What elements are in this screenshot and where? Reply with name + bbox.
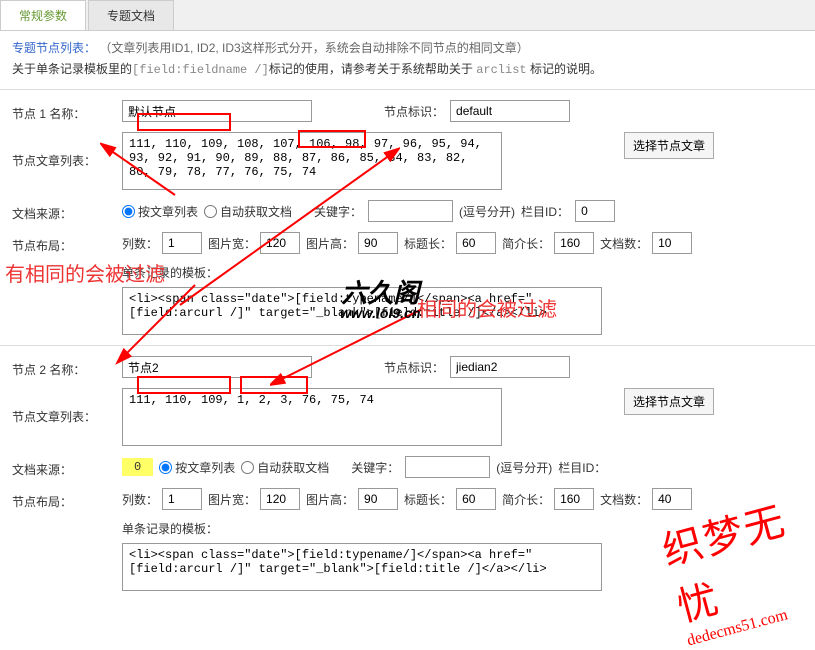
node2-imgw-input[interactable] bbox=[260, 488, 300, 510]
node1-comma-note: (逗号分开) bbox=[459, 203, 515, 220]
node1-introlen-input[interactable] bbox=[554, 232, 594, 254]
node1-columnid-label: 栏目ID： bbox=[521, 203, 569, 220]
node2-flag-input[interactable] bbox=[450, 356, 570, 378]
tab-bar: 常规参数 专题文档 bbox=[0, 0, 815, 31]
node2-keyword-label: 关键字： bbox=[351, 459, 399, 476]
node2-section: 节点 2 名称： 节点标识： 节点文章列表： 111, 110, 109, 1,… bbox=[0, 356, 815, 591]
node1-columnid-input[interactable] bbox=[575, 200, 615, 222]
node2-comma-note: (逗号分开) bbox=[496, 459, 552, 476]
node1-name-input[interactable] bbox=[122, 100, 312, 122]
info-box: 专题节点列表： （文章列表用ID1, ID2, ID3这样形式分开，系统会自动排… bbox=[0, 31, 815, 85]
node2-flag-label: 节点标识： bbox=[384, 359, 444, 376]
separator-2 bbox=[0, 345, 815, 346]
node2-select-articles-button[interactable]: 选择节点文章 bbox=[624, 388, 714, 415]
info-mono2: arclist bbox=[476, 63, 526, 77]
node2-columnid-label: 栏目ID： bbox=[558, 459, 606, 476]
info-line2-c: 标记的说明。 bbox=[527, 62, 602, 76]
node2-highlight-zero: 0 bbox=[122, 458, 153, 476]
node1-doccount-input[interactable] bbox=[652, 232, 692, 254]
node2-template-textarea[interactable]: <li><span class="date">[field:typename/]… bbox=[122, 543, 602, 591]
info-mono1: [field:fieldname /] bbox=[132, 63, 269, 77]
node1-section: 节点 1 名称： 节点标识： 节点文章列表： 111, 110, 109, 10… bbox=[0, 100, 815, 335]
lbl-imgw: 图片宽： bbox=[208, 235, 256, 252]
info-parenthetical: （文章列表用ID1, ID2, ID3这样形式分开，系统会自动排除不同节点的相同… bbox=[99, 41, 528, 55]
node2-name-label: 节点 2 名称： bbox=[12, 357, 122, 378]
node2-keyword-input[interactable] bbox=[405, 456, 490, 478]
node2-arclist-label: 节点文章列表： bbox=[12, 388, 122, 425]
node2-template-label: 单条记录的模板： bbox=[122, 520, 218, 537]
node1-radio-auto-fetch[interactable]: 自动获取文档 bbox=[204, 203, 292, 220]
node1-keyword-input[interactable] bbox=[368, 200, 453, 222]
node2-radio-by-article[interactable]: 按文章列表 bbox=[159, 459, 235, 476]
node1-select-articles-button[interactable]: 选择节点文章 bbox=[624, 132, 714, 159]
separator bbox=[0, 89, 815, 90]
node1-imgw-input[interactable] bbox=[260, 232, 300, 254]
node2-layout-label: 节点布局： bbox=[12, 489, 122, 510]
node1-keyword-label: 关键字： bbox=[314, 203, 362, 220]
node1-template-label: 单条记录的模板： bbox=[122, 264, 218, 281]
node1-titlelen-input[interactable] bbox=[456, 232, 496, 254]
info-title: 专题节点列表： bbox=[12, 41, 96, 55]
tab-regular-params[interactable]: 常规参数 bbox=[0, 0, 86, 30]
node2-titlelen-input[interactable] bbox=[456, 488, 496, 510]
node2-imgh-input[interactable] bbox=[358, 488, 398, 510]
node1-flag-label: 节点标识： bbox=[384, 103, 444, 120]
node1-flag-input[interactable] bbox=[450, 100, 570, 122]
lbl-introlen: 简介长： bbox=[502, 235, 550, 252]
node1-arclist-label: 节点文章列表： bbox=[12, 132, 122, 169]
info-line2-a: 关于单条记录模板里的 bbox=[12, 62, 132, 76]
lbl-cols: 列数： bbox=[122, 235, 158, 252]
lbl-imgh: 图片高： bbox=[306, 235, 354, 252]
node2-introlen-input[interactable] bbox=[554, 488, 594, 510]
node1-cols-input[interactable] bbox=[162, 232, 202, 254]
node2-arclist-textarea[interactable]: 111, 110, 109, 1, 2, 3, 76, 75, 74 bbox=[122, 388, 502, 446]
node2-cols-input[interactable] bbox=[162, 488, 202, 510]
node1-radio-by-article[interactable]: 按文章列表 bbox=[122, 203, 198, 220]
lbl-doccount: 文档数： bbox=[600, 235, 648, 252]
info-line2-b: 标记的使用，请参考关于系统帮助关于 bbox=[269, 62, 476, 76]
node1-layout-label: 节点布局： bbox=[12, 233, 122, 254]
tab-special-docs[interactable]: 专题文档 bbox=[88, 0, 174, 30]
node1-template-textarea[interactable]: <li><span class="date">[field:typename/]… bbox=[122, 287, 602, 335]
node2-radio-auto-fetch[interactable]: 自动获取文档 bbox=[241, 459, 329, 476]
node1-imgh-input[interactable] bbox=[358, 232, 398, 254]
node2-doccount-input[interactable] bbox=[652, 488, 692, 510]
node2-name-input[interactable] bbox=[122, 356, 312, 378]
node1-source-label: 文档来源： bbox=[12, 201, 122, 222]
node1-arclist-textarea[interactable]: 111, 110, 109, 108, 107, 106, 98, 97, 96… bbox=[122, 132, 502, 190]
node1-name-label: 节点 1 名称： bbox=[12, 101, 122, 122]
node2-source-label: 文档来源： bbox=[12, 457, 122, 478]
lbl-titlelen: 标题长： bbox=[404, 235, 452, 252]
